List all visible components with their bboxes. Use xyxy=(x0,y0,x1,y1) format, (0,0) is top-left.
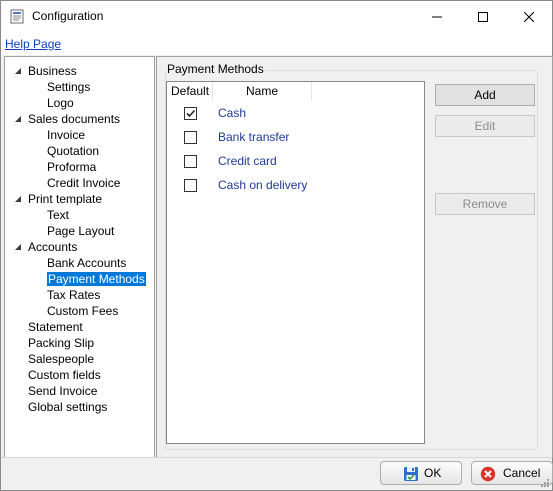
save-icon xyxy=(404,467,418,481)
footer-divider xyxy=(1,457,552,458)
app-icon xyxy=(10,9,24,24)
tree-item-label: Settings xyxy=(47,80,91,94)
payment-method-row[interactable]: Cash xyxy=(167,102,424,126)
configuration-window: Configuration Help Page Business Settings… xyxy=(0,0,553,491)
tree-item-tax-rates[interactable]: Tax Rates xyxy=(47,287,100,303)
payment-method-row[interactable]: Credit card xyxy=(167,150,424,174)
tree-item-label: Bank Accounts xyxy=(47,256,127,270)
default-checkbox[interactable] xyxy=(184,131,197,144)
title-bar[interactable]: Configuration xyxy=(1,1,552,32)
tree-item-label: Business xyxy=(28,64,77,78)
payment-method-name: Cash on delivery xyxy=(218,178,308,192)
tree-item-send-invoice[interactable]: Send Invoice xyxy=(28,383,97,399)
payment-methods-grid[interactable]: Default Name Cash Bank transfer Credit car… xyxy=(166,81,425,444)
default-checkbox[interactable] xyxy=(184,155,197,168)
resize-grip-icon[interactable] xyxy=(540,478,550,488)
column-header-default[interactable]: Default xyxy=(171,82,213,101)
payment-method-row[interactable]: Bank transfer xyxy=(167,126,424,150)
payment-method-name: Credit card xyxy=(218,154,277,168)
tree-item-proforma[interactable]: Proforma xyxy=(47,159,96,175)
close-button[interactable] xyxy=(506,1,552,32)
ok-button[interactable]: OK xyxy=(380,461,462,485)
column-header-name[interactable]: Name xyxy=(213,82,312,101)
tree-item-label: Logo xyxy=(47,96,74,110)
tree-item-label: Sales documents xyxy=(28,112,121,126)
expanded-arrow-icon[interactable] xyxy=(14,67,22,75)
add-button[interactable]: Add xyxy=(435,84,535,106)
cancel-icon xyxy=(480,466,496,482)
expanded-arrow-icon[interactable] xyxy=(14,195,22,203)
tree-item-label: Payment Methods xyxy=(47,272,146,286)
expanded-arrow-icon[interactable] xyxy=(14,243,22,251)
ok-label: OK xyxy=(424,466,442,480)
payment-method-name: Cash xyxy=(218,106,247,120)
tree-item-accounts[interactable]: Accounts xyxy=(15,239,78,255)
tree-item-credit-invoice[interactable]: Credit Invoice xyxy=(47,175,120,191)
menu-bar: Help Page xyxy=(1,32,552,55)
tree-item-text[interactable]: Text xyxy=(47,207,69,223)
tree-item-label: Global settings xyxy=(28,400,108,414)
window-title: Configuration xyxy=(32,9,104,23)
tree-item-label: Credit Invoice xyxy=(47,176,121,190)
tree-item-label: Statement xyxy=(28,320,83,334)
tree-item-global-settings[interactable]: Global settings xyxy=(28,399,107,415)
group-title: Payment Methods xyxy=(166,62,265,76)
maximize-icon xyxy=(478,11,488,22)
checkmark-icon xyxy=(186,109,196,118)
settings-tree[interactable]: Business Settings Logo Sales documents Invoi… xyxy=(4,56,155,458)
tree-item-label: Print template xyxy=(28,192,103,206)
tree-item-business[interactable]: Business xyxy=(15,63,77,79)
close-icon xyxy=(524,11,534,22)
tree-item-page-layout[interactable]: Page Layout xyxy=(47,223,114,239)
default-checkbox[interactable] xyxy=(184,107,197,120)
tree-item-settings[interactable]: Settings xyxy=(47,79,90,95)
tree-item-custom-fields[interactable]: Custom fields xyxy=(28,367,101,383)
tree-item-label: Text xyxy=(47,208,70,222)
tree-item-quotation[interactable]: Quotation xyxy=(47,143,99,159)
tree-item-label: Invoice xyxy=(47,128,86,142)
tree-item-label: Quotation xyxy=(47,144,100,158)
tree-item-salespeople[interactable]: Salespeople xyxy=(28,351,94,367)
minimize-button[interactable] xyxy=(414,1,460,32)
tree-item-packing-slip[interactable]: Packing Slip xyxy=(28,335,94,351)
tree-item-label: Page Layout xyxy=(47,224,115,238)
tree-item-custom-fees[interactable]: Custom Fees xyxy=(47,303,118,319)
help-page-link[interactable]: Help Page xyxy=(5,37,61,51)
tree-item-statement[interactable]: Statement xyxy=(28,319,83,335)
tree-item-invoice[interactable]: Invoice xyxy=(47,127,85,143)
tree-item-print-template[interactable]: Print template xyxy=(15,191,103,207)
tree-item-sales-documents[interactable]: Sales documents xyxy=(15,111,121,127)
tree-item-label: Accounts xyxy=(28,240,78,254)
tree-item-label: Custom Fees xyxy=(47,304,119,318)
payment-method-name: Bank transfer xyxy=(218,130,290,144)
expanded-arrow-icon[interactable] xyxy=(14,115,22,123)
remove-button[interactable]: Remove xyxy=(435,193,535,215)
tree-item-bank-accounts[interactable]: Bank Accounts xyxy=(47,255,126,271)
payment-method-row[interactable]: Cash on delivery xyxy=(167,174,424,198)
tree-item-label: Packing Slip xyxy=(28,336,95,350)
tree-item-label: Custom fields xyxy=(28,368,101,382)
minimize-icon xyxy=(432,16,442,17)
cancel-label: Cancel xyxy=(503,466,541,480)
tree-item-label: Proforma xyxy=(47,160,97,174)
default-checkbox[interactable] xyxy=(184,179,197,192)
tree-item-label: Send Invoice xyxy=(28,384,98,398)
edit-button[interactable]: Edit xyxy=(435,115,535,137)
tree-item-label: Tax Rates xyxy=(47,288,101,302)
maximize-button[interactable] xyxy=(460,1,506,32)
tree-item-payment-methods[interactable]: Payment Methods xyxy=(47,271,146,287)
grid-header: Default Name xyxy=(167,82,424,101)
tree-item-label: Salespeople xyxy=(28,352,95,366)
tree-item-logo[interactable]: Logo xyxy=(47,95,74,111)
